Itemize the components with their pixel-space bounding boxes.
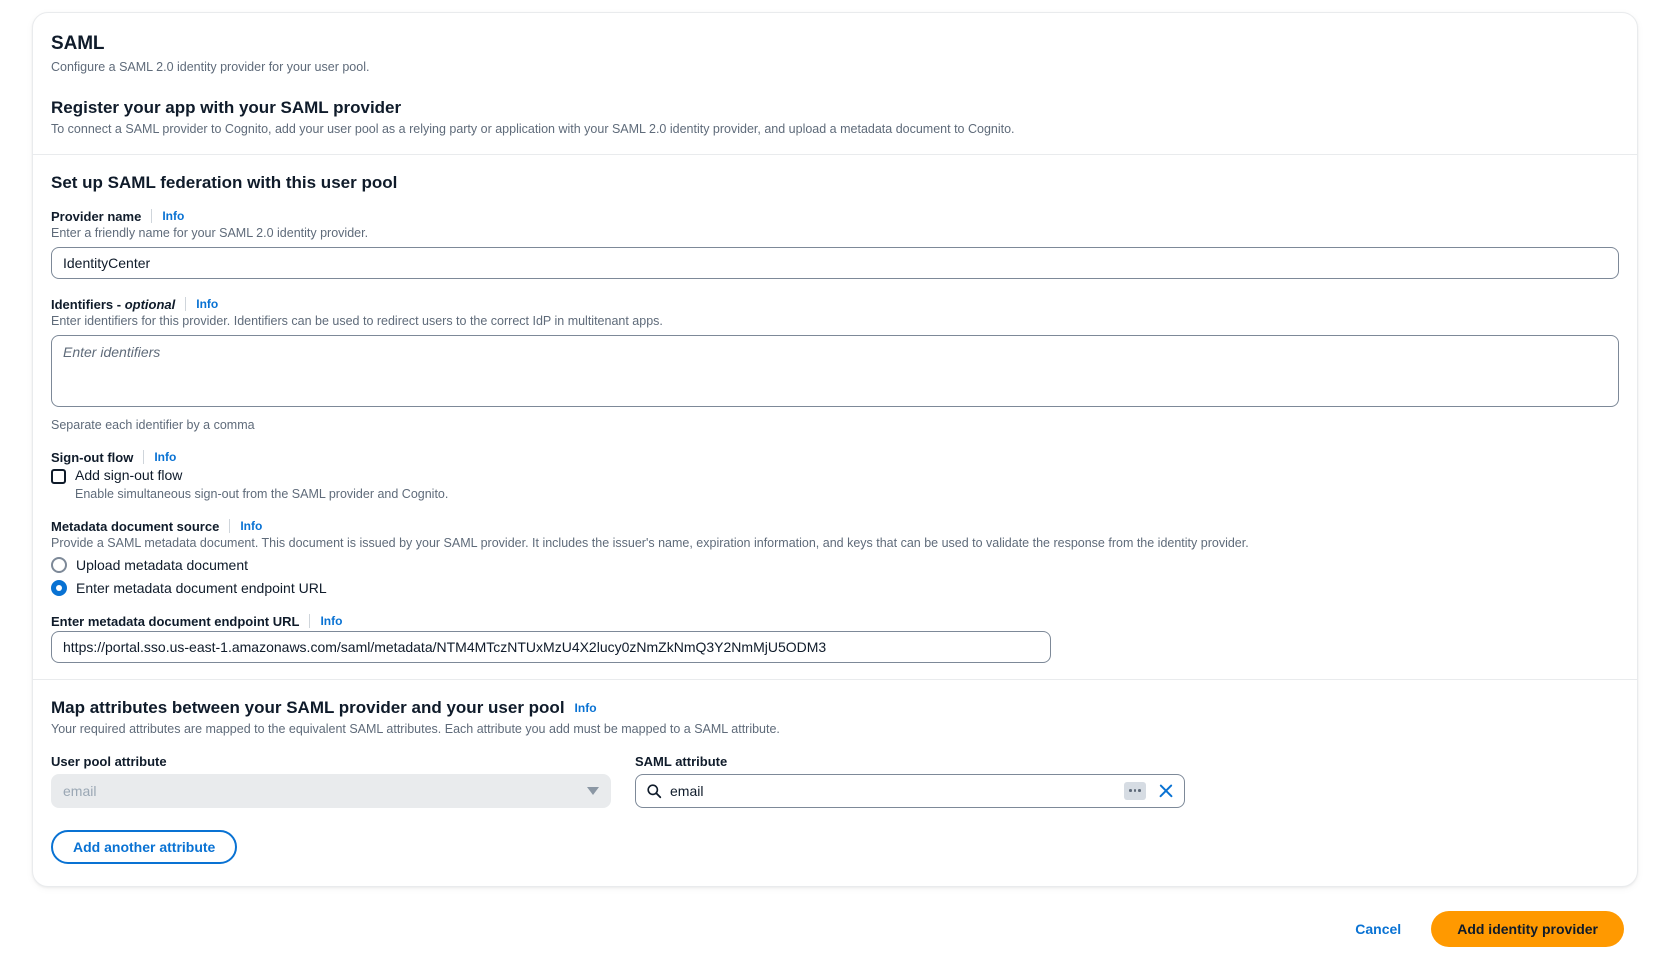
identifiers-label-text: Identifiers - <box>51 296 122 312</box>
endpoint-url-label: Enter metadata document endpoint URL <box>51 613 300 629</box>
attribute-mapping-row: User pool attribute email SAML attribute <box>51 754 1619 808</box>
radio-upload-metadata-label: Upload metadata document <box>76 556 248 573</box>
label-separator <box>143 450 145 465</box>
saml-config-card: SAML Configure a SAML 2.0 identity provi… <box>32 12 1638 887</box>
radio-upload-metadata[interactable] <box>51 556 67 573</box>
provider-name-hint: Enter a friendly name for your SAML 2.0 … <box>51 225 369 240</box>
metadata-source-field: Metadata document source Info Provide a … <box>51 519 1619 596</box>
user-pool-attribute-column: User pool attribute email <box>51 754 611 808</box>
radio-option-endpoint-url[interactable]: Enter metadata document endpoint URL <box>51 579 1619 596</box>
endpoint-url-label-row: Enter metadata document endpoint URL Inf… <box>51 614 1619 629</box>
metadata-source-info-link[interactable]: Info <box>240 519 262 533</box>
add-signout-flow-label: Add sign-out flow <box>75 466 183 483</box>
radio-option-upload-metadata[interactable]: Upload metadata document <box>51 556 1619 573</box>
signout-flow-field: Sign-out flow Info Add sign-out flow Ena… <box>51 450 1619 501</box>
register-section-title: Register your app with your SAML provide… <box>51 97 402 117</box>
user-pool-attribute-value: email <box>63 782 97 799</box>
identifiers-optional-text: optional <box>124 296 176 312</box>
endpoint-url-info-link[interactable]: Info <box>320 614 342 628</box>
saml-attribute-label: SAML attribute <box>635 753 728 769</box>
add-identity-provider-button[interactable]: Add identity provider <box>1431 910 1624 947</box>
label-separator <box>151 209 153 224</box>
metadata-source-hint: Provide a SAML metadata document. This d… <box>51 535 1249 550</box>
map-section-description: Your required attributes are mapped to t… <box>51 721 780 736</box>
provider-name-input[interactable] <box>51 246 1619 279</box>
signout-flow-label: Sign-out flow <box>51 449 134 465</box>
label-separator <box>185 297 187 312</box>
label-separator <box>309 614 311 629</box>
register-section-description: To connect a SAML provider to Cognito, a… <box>51 121 1015 136</box>
signout-flow-info-link[interactable]: Info <box>154 450 176 464</box>
setup-section: Set up SAML federation with this user po… <box>33 155 1637 679</box>
remove-attribute-icon[interactable] <box>1156 781 1176 801</box>
more-options-icon[interactable] <box>1124 781 1146 800</box>
map-section-title: Map attributes between your SAML provide… <box>51 697 565 717</box>
map-attributes-section: Map attributes between your SAML provide… <box>33 680 1637 886</box>
identifiers-label: Identifiers - optional <box>51 297 175 312</box>
provider-name-label: Provider name <box>51 208 142 224</box>
setup-section-title: Set up SAML federation with this user po… <box>51 172 398 192</box>
saml-attribute-input[interactable] <box>662 782 1124 799</box>
radio-endpoint-url-label: Enter metadata document endpoint URL <box>76 579 327 596</box>
header-section: SAML Configure a SAML 2.0 identity provi… <box>33 13 1637 154</box>
identifiers-field: Identifiers - optional Info Enter identi… <box>51 297 1619 432</box>
identifiers-footnote: Separate each identifier by a comma <box>51 417 255 432</box>
add-signout-flow-checkbox[interactable] <box>51 468 66 484</box>
identifiers-info-link[interactable]: Info <box>196 297 218 311</box>
saml-attribute-column: SAML attribute <box>635 754 1195 808</box>
signout-flow-checkbox-row[interactable]: Add sign-out flow <box>51 467 1619 484</box>
identifiers-textarea[interactable] <box>51 334 1619 407</box>
add-signout-flow-hint: Enable simultaneous sign-out from the SA… <box>75 486 449 501</box>
map-section-info-link[interactable]: Info <box>575 701 597 715</box>
metadata-source-label: Metadata document source <box>51 518 220 534</box>
cancel-button[interactable]: Cancel <box>1351 915 1405 943</box>
provider-name-label-row: Provider name Info <box>51 209 1619 224</box>
identifiers-hint: Enter identifiers for this provider. Ide… <box>51 313 663 328</box>
label-separator <box>229 519 231 534</box>
search-icon <box>647 784 662 798</box>
user-pool-attribute-select: email <box>51 773 611 808</box>
signout-flow-label-row: Sign-out flow Info <box>51 450 1619 465</box>
chevron-down-icon <box>587 786 599 795</box>
page-description: Configure a SAML 2.0 identity provider f… <box>51 60 370 74</box>
footer-actions: Cancel Add identity provider <box>32 910 1638 947</box>
map-section-title-row: Map attributes between your SAML provide… <box>51 698 1619 718</box>
user-pool-attribute-label: User pool attribute <box>51 753 167 769</box>
identifiers-label-row: Identifiers - optional Info <box>51 297 1619 312</box>
endpoint-url-field: Enter metadata document endpoint URL Inf… <box>51 614 1619 663</box>
saml-attribute-input-wrap[interactable] <box>635 773 1185 808</box>
endpoint-url-input[interactable] <box>51 630 1051 663</box>
page-title: SAML <box>51 33 105 54</box>
radio-endpoint-url[interactable] <box>51 579 67 596</box>
page-root: SAML Configure a SAML 2.0 identity provi… <box>0 0 1658 974</box>
provider-name-field: Provider name Info Enter a friendly name… <box>51 209 1619 279</box>
metadata-source-label-row: Metadata document source Info <box>51 519 1619 534</box>
provider-name-info-link[interactable]: Info <box>162 209 184 223</box>
add-another-attribute-button[interactable]: Add another attribute <box>51 829 238 864</box>
